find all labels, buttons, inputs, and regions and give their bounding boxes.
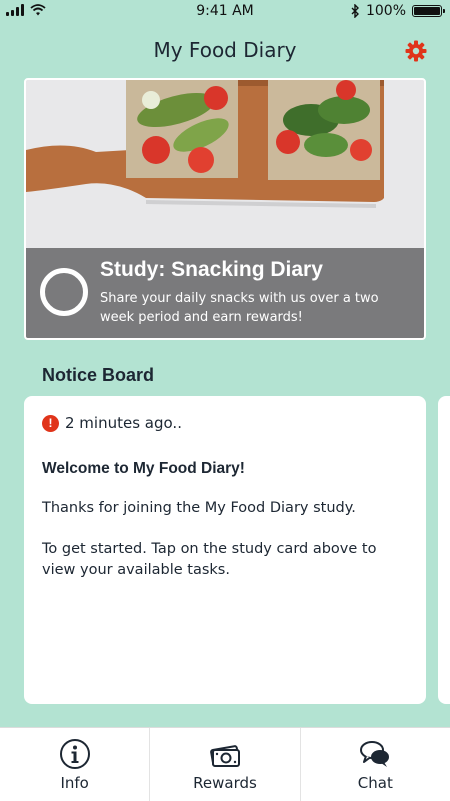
page-title: My Food Diary	[153, 38, 297, 62]
tab-rewards[interactable]: Rewards	[149, 728, 299, 801]
gear-icon	[405, 40, 427, 62]
notice-body: Thanks for joining the My Food Diary stu…	[42, 498, 408, 581]
next-notice-card[interactable]	[438, 396, 450, 704]
notice-title: Welcome to My Food Diary!	[42, 460, 245, 477]
study-progress-circle	[40, 268, 88, 316]
battery-icon	[412, 5, 445, 17]
battery-percent: 100%	[365, 3, 406, 19]
notice-board-heading: Notice Board	[42, 365, 155, 385]
study-card[interactable]: Study: Snacking Diary Share your daily s…	[24, 78, 426, 340]
bluetooth-icon	[351, 4, 359, 18]
status-bar: 9:41 AM 100%	[0, 0, 450, 24]
notice-time-row: ! 2 minutes ago..	[42, 414, 408, 432]
notice-time: 2 minutes ago..	[65, 414, 182, 432]
study-title: Study: Snacking Diary	[100, 258, 323, 281]
notice-paragraph: Thanks for joining the My Food Diary stu…	[42, 500, 356, 516]
tab-info-label: Info	[60, 773, 89, 792]
status-right: 100%	[351, 3, 445, 19]
tab-chat[interactable]: Chat	[299, 728, 450, 801]
tab-info[interactable]: Info	[0, 728, 149, 801]
tab-chat-label: Chat	[357, 773, 393, 792]
notice-paragraph: To get started. Tap on the study card ab…	[42, 541, 377, 578]
notice-card[interactable]: ! 2 minutes ago.. Welcome to My Food Dia…	[24, 396, 426, 704]
tab-bar: Info Rewards Chat	[0, 727, 450, 801]
info-icon	[59, 738, 90, 769]
alert-icon: !	[42, 414, 59, 432]
study-overlay: Study: Snacking Diary Share your daily s…	[26, 248, 424, 338]
study-description: Share your daily snacks with us over a t…	[100, 291, 379, 325]
chat-icon	[360, 740, 390, 767]
app-header: My Food Diary	[0, 36, 450, 66]
money-icon	[210, 744, 240, 767]
tab-rewards-label: Rewards	[193, 773, 257, 792]
settings-button[interactable]	[404, 39, 428, 63]
